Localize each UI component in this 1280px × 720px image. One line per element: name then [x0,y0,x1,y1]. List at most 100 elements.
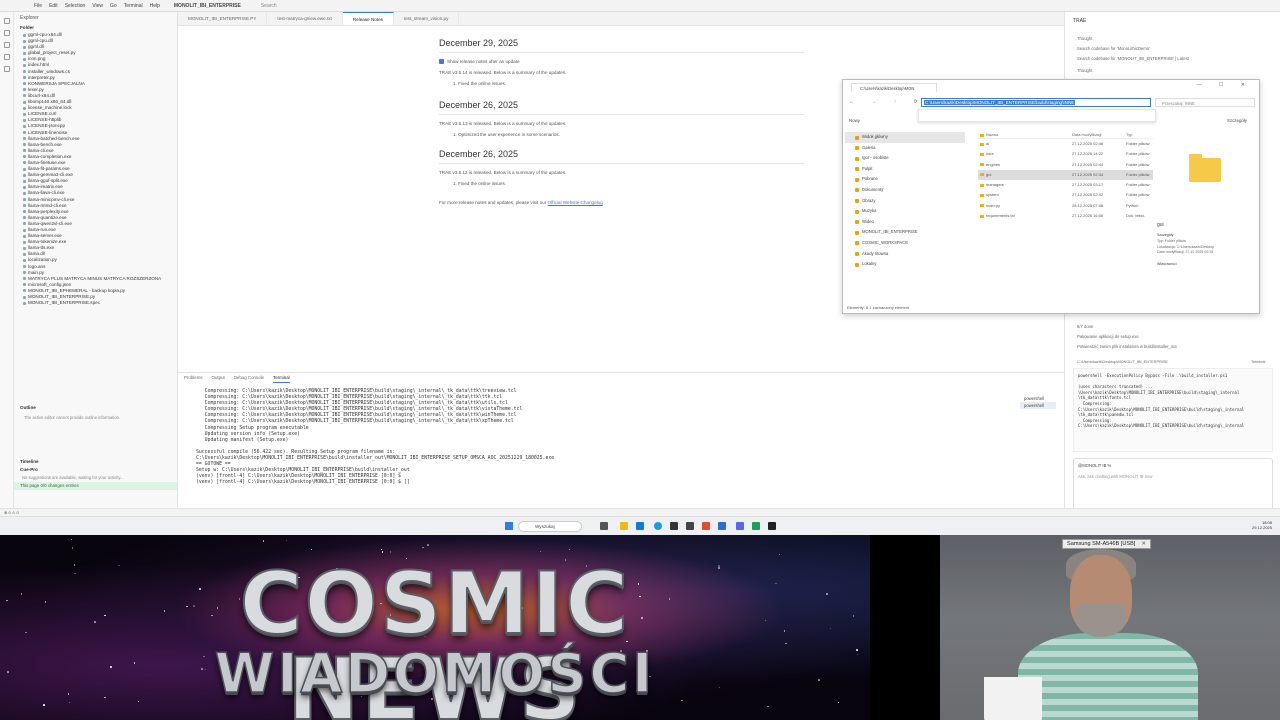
menu-file[interactable]: File [34,3,42,9]
star [73,564,76,566]
menu-help[interactable]: Help [150,3,160,9]
vscode-icon[interactable] [718,522,726,530]
menu-selection[interactable]: Selection [65,3,86,9]
tab-stream-vision[interactable]: test_stream_vision.py [394,12,460,25]
file-row-date: 28.12.2025 07:46 [1072,202,1104,208]
terminal-output[interactable]: Compressing: C:\Users\kazik\Desktop\MONO… [178,383,1064,487]
properties-link[interactable]: Właściwości [1157,262,1255,268]
terminal-icon[interactable] [670,522,678,530]
project-name[interactable]: MONOLIT_IBI_ENTERPRISE [174,3,241,9]
window-controls[interactable]: — ☐ ✕ [1197,82,1253,88]
close-icon[interactable]: ✕ [1141,541,1146,547]
tab-problems[interactable]: Problems [184,373,203,383]
chat-input[interactable]: @MONOLIT IB % Ask, ask chatting with MON… [1073,458,1273,512]
command-search[interactable]: Search [261,3,277,9]
tab-output[interactable]: Output [212,373,225,383]
terminal-session-2[interactable]: powershell [1020,402,1056,409]
nav-item[interactable]: Akady ntowna [845,249,965,260]
file-row[interactable]: core 27.12.2025 14:22 Folder plików [978,149,1153,159]
task-view-icon[interactable] [600,522,608,530]
ai-step-4[interactable]: Thought [1077,68,1092,73]
file-row[interactable]: main.py 28.12.2025 07:46 Python [978,201,1153,211]
nav-item[interactable]: MONOLIT_IBI_ENTERPRISE [845,227,965,238]
taskbar-search[interactable]: Wyszukaj [518,521,582,532]
nav-item[interactable]: Widok główny [845,132,965,143]
explorer-tab[interactable]: C:\Users\kazik\Desktop\MON [851,83,937,92]
start-icon[interactable] [505,522,513,530]
file-row[interactable]: gui 27.12.2025 02:34 Folder plików [978,169,1153,181]
chat-app-icon[interactable] [736,522,744,530]
file-row-name: requirements.txt [978,211,1072,221]
outline-section[interactable]: Outline [14,404,177,412]
timeline-section[interactable]: Timeline [14,458,177,466]
file-row[interactable]: requirements.txt 27.12.2025 16:06 Dok. tek… [978,211,1153,221]
store-icon[interactable] [636,522,644,530]
person-body [1018,633,1198,720]
release-more: For more release notes and updates, plea… [439,200,603,205]
file-row-name: main.py [978,201,1072,211]
search-icon[interactable] [4,30,10,36]
menu-terminal[interactable]: Terminal [124,3,143,9]
ai-step-1[interactable]: Thought [1077,36,1092,41]
changelog-link[interactable]: Official Website Changelog [548,200,603,205]
file-row[interactable]: managers 27.12.2025 03:17 Folder plików [978,180,1153,190]
edge-icon[interactable] [654,522,662,530]
explorer-file[interactable]: MONOLIT_IBI_ENTERPRISE.spec [14,300,177,306]
app-icon[interactable] [686,522,694,530]
tab-debug-console[interactable]: Debug Console [234,373,264,383]
nav-item[interactable]: Lokalny [845,259,965,270]
nav-item[interactable]: Muzyka [845,206,965,217]
nav-item[interactable]: Galeria [845,143,965,154]
terminal-session-1[interactable]: powershell [1020,395,1056,402]
tab-monolit[interactable]: MONOLIT_IBI_ENTERPRISE.PY [178,12,268,25]
details-view-button[interactable]: Szczegóły [1227,118,1247,123]
ai-step-2[interactable]: Search codebase for 'MonoLithicDemo' [1077,46,1150,51]
explorer-folder[interactable]: Folder [14,24,177,32]
file-explorer-icon[interactable] [620,522,628,530]
app2-icon[interactable] [768,522,776,530]
ai-terminal-badge[interactable]: Terminal [1251,360,1265,364]
address-bar[interactable]: C:\Users\kazik\Desktop\MONOLIT_IBI_ENTER… [921,98,1151,107]
menu-edit[interactable]: Edit [49,3,58,9]
star [310,548,313,551]
ai-terminal-output: powershell -ExecutionPolicy Bypass -File… [1073,368,1273,452]
show-release-notes-checkbox[interactable]: Show release notes after an update [439,59,804,64]
tab-matryca[interactable]: test-matryca-gniew.ewe.txt [267,12,343,25]
col-name[interactable]: Nazwa [978,130,1072,138]
clock[interactable]: 18:08 29.12.2025 [1252,520,1272,530]
file-row-name: system [978,190,1072,200]
menu-view[interactable]: View [92,3,103,9]
nav-item[interactable]: Pobrane [845,174,965,185]
chat-user: @MONOLIT IB % [1078,463,1112,468]
ai-progress: 8/7 done [1077,324,1094,329]
nav-item[interactable]: Dokumenty [845,185,965,196]
menu-go[interactable]: Go [110,3,117,9]
nav-item[interactable]: Igor - osobiste [845,153,965,164]
obs-icon[interactable] [752,522,760,530]
col-date[interactable]: Data modyfikacji [1072,130,1126,138]
nav-item[interactable]: Obrazy [845,196,965,207]
nav-item[interactable]: COSMIC_WORKSPACE [845,238,965,249]
extensions-icon[interactable] [4,66,10,72]
file-row[interactable]: ai 27.12.2025 02:46 Folder plików [978,139,1153,149]
ai-step-3[interactable]: Search codebase for 'MONOLIT_IBI_ENTERPR… [1077,56,1189,61]
tab-release-notes[interactable]: Release Notes [342,12,394,25]
cue-section[interactable]: Cue-Pro [14,466,177,474]
nav-item[interactable]: Wideo [845,217,965,228]
source-control-icon[interactable] [4,42,10,48]
explorer-icon[interactable] [4,18,10,24]
star [539,550,542,553]
new-button[interactable]: Nowy [849,118,860,123]
file-row[interactable]: engines 27.12.2025 02:44 Folder plików [978,160,1153,170]
explorer-panel: Explorer Folder ggml-cpu-x64.dll ggml-cpu… [14,12,178,508]
col-type[interactable]: Typ [1126,130,1151,138]
nav-arrows[interactable]: ← → ↑ ⟳ [849,99,926,105]
run-debug-icon[interactable] [4,54,10,60]
tab-terminal[interactable]: Terminal [273,373,290,383]
folder-search[interactable]: Przeszukaj: INNE [1155,98,1255,107]
nav-item[interactable]: Pulpit [845,164,965,175]
file-row[interactable]: system 27.12.2025 02:42 Folder plików [978,190,1153,200]
star [427,544,429,546]
brave-icon[interactable] [702,522,710,530]
changes-bar[interactable]: This page 0/0 changes entries [14,482,177,490]
